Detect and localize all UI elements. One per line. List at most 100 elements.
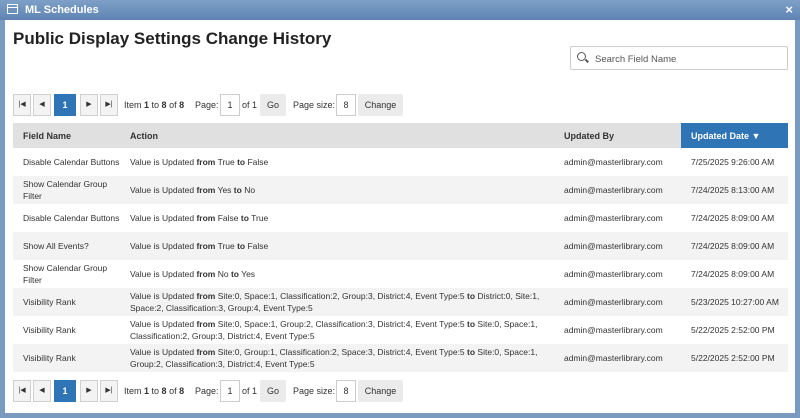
action-text-part: to [467, 319, 476, 329]
updated-date-cell: 5/22/2025 2:52:00 PM [681, 344, 788, 372]
page-label: Page: [195, 386, 219, 396]
action-text-part: Value is Updated [130, 185, 197, 195]
action-text-part: to [240, 213, 249, 223]
action-text-part: from [196, 213, 216, 223]
search-input[interactable] [593, 51, 787, 67]
change-page-size-button[interactable]: Change [358, 94, 403, 116]
window-title: ML Schedules [25, 4, 99, 16]
action-text-part: from [196, 347, 216, 357]
item-range-part: to [149, 386, 162, 396]
action-text-part: Value is Updated [130, 347, 197, 357]
page-number-input[interactable]: 1 [220, 94, 240, 116]
change-page-size-button[interactable]: Change [358, 380, 403, 402]
action-text-part: from [196, 157, 216, 167]
page-size-input[interactable]: 8 [336, 94, 356, 116]
table-row[interactable]: Show All Events? Value is Updated from Tr… [13, 232, 788, 260]
table-row[interactable]: Visibility Rank Value is Updated from Sit… [13, 316, 788, 344]
updated-date-cell: 7/24/2025 8:09:00 AM [691, 213, 775, 223]
updated-by-cell: admin@masterlibrary.com [564, 325, 663, 335]
action-text-part: Value is Updated [130, 319, 197, 329]
page-label: Page: [195, 100, 219, 110]
column-header-action[interactable]: Action [120, 123, 554, 148]
field-name-cell: Visibility Rank [13, 344, 120, 372]
go-button[interactable]: Go [260, 94, 286, 116]
history-table: Field Name Action Updated By Updated Date ▼… [13, 123, 788, 372]
dialog-content: Public Display Settings Change History |… [5, 20, 795, 413]
page-title: Public Display Settings Change History [13, 29, 332, 48]
page-number-input[interactable]: 1 [220, 380, 240, 402]
page-size-label: Page size: [293, 386, 336, 396]
action-text-part: Site:0, Space:1, Group:2, Classification… [215, 319, 468, 329]
field-name-cell: Show Calendar Group Filter [23, 263, 108, 285]
action-text-part: False [245, 157, 269, 167]
field-name-cell: Disable Calendar Buttons [23, 213, 120, 223]
close-icon[interactable]: × [785, 2, 793, 17]
table-row[interactable]: Visibility Rank Value is Updated from Sit… [13, 344, 788, 372]
item-range-part: to [149, 100, 162, 110]
table-row[interactable]: Disable Calendar Buttons Value is Updated… [13, 204, 788, 232]
next-page-button[interactable]: ▶ [80, 380, 98, 402]
action-text-part: True [215, 157, 238, 167]
item-range-text: Item 1 to 8 of 8 [124, 100, 184, 110]
page-count-label: of 1 [242, 100, 258, 110]
action-text-part: from [196, 241, 216, 251]
action-text-part: to [237, 157, 246, 167]
field-name-cell: Visibility Rank [23, 325, 76, 335]
updated-by-cell: admin@masterlibrary.com [554, 176, 681, 204]
updated-by-cell: admin@masterlibrary.com [554, 232, 681, 260]
table-row[interactable]: Visibility Rank Value is Updated from Sit… [13, 288, 788, 316]
action-text-part: False [245, 241, 269, 251]
first-page-button[interactable]: |◀ [13, 380, 31, 402]
last-page-button[interactable]: ▶| [100, 380, 118, 402]
title-bar: ML Schedules × [0, 0, 800, 20]
current-page-button[interactable]: 1 [54, 94, 76, 116]
action-text-part: from [196, 269, 216, 279]
item-range-part: Item [124, 386, 145, 396]
next-page-button[interactable]: ▶ [80, 94, 98, 116]
action-cell: Value is Updated from True to False [120, 232, 554, 260]
action-text-part: Value is Updated [130, 291, 197, 301]
page-size-input[interactable]: 8 [336, 380, 356, 402]
action-text-part: from [196, 185, 216, 195]
column-header-updated-by[interactable]: Updated By [554, 123, 681, 148]
action-text-part: True [248, 213, 269, 223]
table-row[interactable]: Disable Calendar Buttons Value is Updated… [13, 148, 788, 176]
current-page-button[interactable]: 1 [54, 380, 76, 402]
action-text-part: Yes [215, 185, 234, 195]
table-row[interactable]: Show Calendar Group Filter Value is Updat… [13, 260, 788, 288]
table-row[interactable]: Show Calendar Group Filter Value is Updat… [13, 176, 788, 204]
updated-by-cell: admin@masterlibrary.com [564, 269, 663, 279]
updated-date-cell: 5/23/2025 10:27:00 AM [681, 288, 788, 316]
action-text-part: False [215, 213, 241, 223]
action-text-part: Value is Updated [130, 269, 197, 279]
action-text-part: from [196, 291, 216, 301]
field-name-cell: Disable Calendar Buttons [23, 157, 120, 167]
action-cell: Value is Updated from False to True [120, 204, 554, 232]
window-icon [7, 4, 18, 14]
column-header-field-name[interactable]: Field Name [13, 123, 120, 148]
search-box[interactable] [570, 46, 788, 70]
action-text-part: No [215, 269, 231, 279]
updated-by-cell: admin@masterlibrary.com [554, 344, 681, 372]
go-button[interactable]: Go [260, 380, 286, 402]
updated-by-cell: admin@masterlibrary.com [564, 213, 663, 223]
action-text-part: Site:0, Group:1, Classification:2, Space… [215, 347, 468, 357]
updated-date-cell: 7/24/2025 8:13:00 AM [681, 176, 788, 204]
prev-page-button[interactable]: ◀ [33, 380, 51, 402]
field-name-cell: Show All Events? [13, 232, 120, 260]
prev-page-button[interactable]: ◀ [33, 94, 51, 116]
page-count-label: of 1 [242, 386, 258, 396]
first-page-button[interactable]: |◀ [13, 94, 31, 116]
item-range-text: Item 1 to 8 of 8 [124, 386, 184, 396]
action-text-part: True [215, 241, 238, 251]
last-page-button[interactable]: ▶| [100, 94, 118, 116]
action-text-part: to [467, 291, 476, 301]
item-range-part: Item [124, 100, 145, 110]
action-cell: Value is Updated from Site:0, Group:1, C… [120, 344, 554, 372]
column-header-updated-date[interactable]: Updated Date ▼ [681, 123, 788, 148]
action-cell: Value is Updated from Site:0, Space:1, G… [120, 316, 554, 344]
updated-date-cell: 5/22/2025 2:52:00 PM [691, 325, 775, 335]
pager-top: |◀ ◀ ▶ ▶| 1 Item 1 to 8 of 8 Page: 1 of 1 Go Page … [13, 94, 793, 116]
window: ML Schedules × Public Display Settings C… [0, 0, 800, 418]
item-range-part: of [166, 100, 180, 110]
